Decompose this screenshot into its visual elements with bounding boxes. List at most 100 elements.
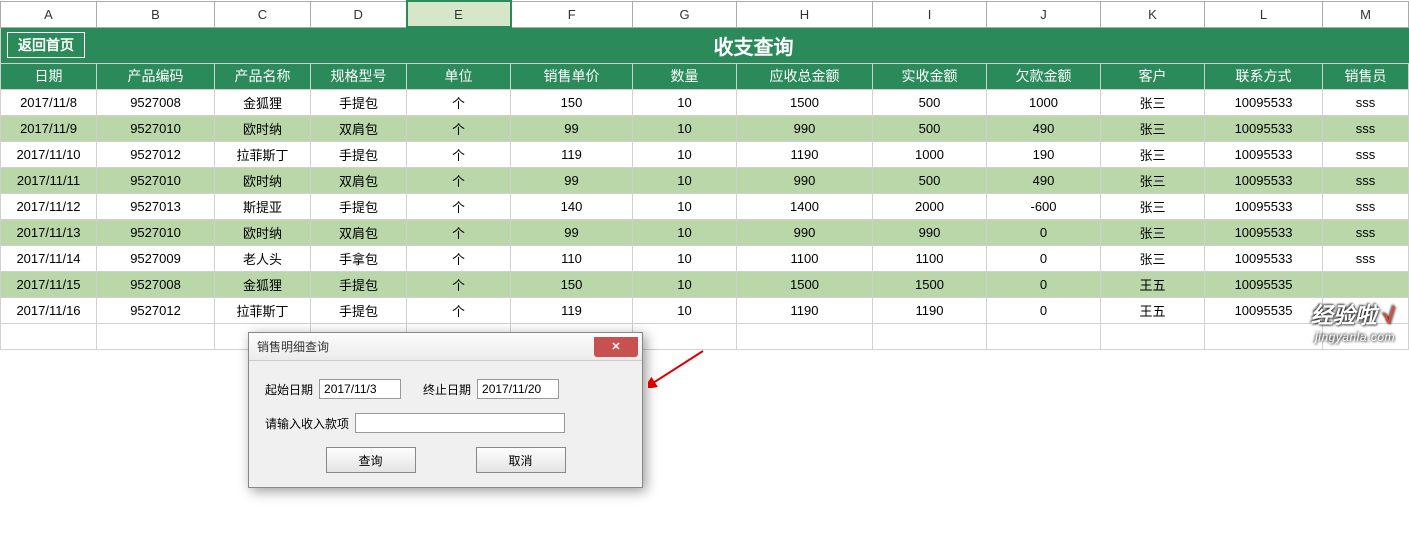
col-header-G[interactable]: G <box>633 1 737 27</box>
cell[interactable]: 990 <box>737 115 873 141</box>
header-cell[interactable]: 实收金额 <box>873 63 987 89</box>
col-header-I[interactable]: I <box>873 1 987 27</box>
cell[interactable]: 10095533 <box>1205 245 1323 271</box>
cell[interactable]: 140 <box>511 193 633 219</box>
cell[interactable]: 10 <box>633 89 737 115</box>
cell[interactable]: 老人头 <box>215 245 311 271</box>
cell[interactable]: 2017/11/9 <box>1 115 97 141</box>
cell[interactable]: 190 <box>987 141 1101 167</box>
cell[interactable] <box>1 323 97 349</box>
cell[interactable]: 张三 <box>1101 219 1205 245</box>
cell[interactable]: 王五 <box>1101 271 1205 297</box>
cell[interactable]: 1000 <box>987 89 1101 115</box>
cell[interactable]: 个 <box>407 297 511 323</box>
cell[interactable]: 9527009 <box>97 245 215 271</box>
cell[interactable]: 490 <box>987 115 1101 141</box>
cell[interactable]: 1500 <box>737 89 873 115</box>
cell[interactable] <box>1101 323 1205 349</box>
cell[interactable]: 1190 <box>737 141 873 167</box>
cell[interactable]: 150 <box>511 271 633 297</box>
query-button[interactable]: 查询 <box>326 447 416 473</box>
cell[interactable]: 2017/11/16 <box>1 297 97 323</box>
cell[interactable]: 2017/11/8 <box>1 89 97 115</box>
cell[interactable]: 1500 <box>873 271 987 297</box>
cell[interactable]: 10 <box>633 167 737 193</box>
cell[interactable]: 1100 <box>737 245 873 271</box>
income-input[interactable] <box>355 413 565 433</box>
cell[interactable]: 2017/11/13 <box>1 219 97 245</box>
header-cell[interactable]: 产品名称 <box>215 63 311 89</box>
cell[interactable]: 10095533 <box>1205 141 1323 167</box>
cell[interactable]: 斯提亚 <box>215 193 311 219</box>
cell[interactable]: 9527013 <box>97 193 215 219</box>
cell[interactable]: 2017/11/14 <box>1 245 97 271</box>
cell[interactable]: 9527012 <box>97 141 215 167</box>
cell[interactable]: 个 <box>407 245 511 271</box>
header-cell[interactable]: 日期 <box>1 63 97 89</box>
cell[interactable]: 10095535 <box>1205 271 1323 297</box>
col-header-C[interactable]: C <box>215 1 311 27</box>
cell[interactable]: 1100 <box>873 245 987 271</box>
cell[interactable]: 1500 <box>737 271 873 297</box>
cell[interactable]: sss <box>1323 193 1409 219</box>
cell[interactable]: 个 <box>407 193 511 219</box>
col-header-A[interactable]: A <box>1 1 97 27</box>
cell[interactable]: 9527010 <box>97 115 215 141</box>
cell[interactable]: 欧时纳 <box>215 115 311 141</box>
cell[interactable]: 1190 <box>737 297 873 323</box>
cell[interactable]: 9527008 <box>97 89 215 115</box>
cell[interactable]: 10095533 <box>1205 219 1323 245</box>
cell[interactable] <box>737 323 873 349</box>
cell[interactable]: 150 <box>511 89 633 115</box>
cell[interactable]: 119 <box>511 297 633 323</box>
header-cell[interactable]: 规格型号 <box>311 63 407 89</box>
header-cell[interactable]: 客户 <box>1101 63 1205 89</box>
cell[interactable] <box>633 323 737 349</box>
cell[interactable]: 110 <box>511 245 633 271</box>
cell[interactable]: 990 <box>737 167 873 193</box>
cell[interactable]: 10 <box>633 115 737 141</box>
cell[interactable]: 10 <box>633 245 737 271</box>
cell[interactable]: 0 <box>987 245 1101 271</box>
col-header-H[interactable]: H <box>737 1 873 27</box>
cell[interactable]: 欧时纳 <box>215 167 311 193</box>
cell[interactable]: 10 <box>633 193 737 219</box>
cell[interactable]: 9527008 <box>97 271 215 297</box>
cell[interactable]: 99 <box>511 167 633 193</box>
cell[interactable] <box>987 323 1101 349</box>
cell[interactable]: 10095533 <box>1205 89 1323 115</box>
cell[interactable]: 10095535 <box>1205 297 1323 323</box>
cell[interactable]: 9527010 <box>97 219 215 245</box>
cell[interactable]: 张三 <box>1101 115 1205 141</box>
cell[interactable]: 张三 <box>1101 193 1205 219</box>
cell[interactable]: 手提包 <box>311 297 407 323</box>
col-header-J[interactable]: J <box>987 1 1101 27</box>
cell[interactable]: 1190 <box>873 297 987 323</box>
cell[interactable]: 500 <box>873 167 987 193</box>
cell[interactable]: 手提包 <box>311 271 407 297</box>
cell[interactable]: -600 <box>987 193 1101 219</box>
cell[interactable]: 500 <box>873 115 987 141</box>
cell[interactable] <box>873 323 987 349</box>
col-header-F[interactable]: F <box>511 1 633 27</box>
cell[interactable]: 990 <box>873 219 987 245</box>
cell[interactable]: 10095533 <box>1205 167 1323 193</box>
cell[interactable]: 2000 <box>873 193 987 219</box>
cell[interactable]: 490 <box>987 167 1101 193</box>
cell[interactable]: 1400 <box>737 193 873 219</box>
cell[interactable] <box>97 323 215 349</box>
cell[interactable]: 金狐狸 <box>215 89 311 115</box>
cell[interactable]: 990 <box>737 219 873 245</box>
header-cell[interactable]: 单位 <box>407 63 511 89</box>
col-header-M[interactable]: M <box>1323 1 1409 27</box>
cell[interactable]: 1000 <box>873 141 987 167</box>
col-header-D[interactable]: D <box>311 1 407 27</box>
header-cell[interactable]: 欠款金额 <box>987 63 1101 89</box>
cell[interactable]: 9527012 <box>97 297 215 323</box>
cell[interactable] <box>1205 323 1323 349</box>
cell[interactable] <box>1323 271 1409 297</box>
cell[interactable]: 个 <box>407 271 511 297</box>
cell[interactable]: 10095533 <box>1205 193 1323 219</box>
cell[interactable]: sss <box>1323 219 1409 245</box>
close-icon[interactable]: ✕ <box>594 337 638 357</box>
